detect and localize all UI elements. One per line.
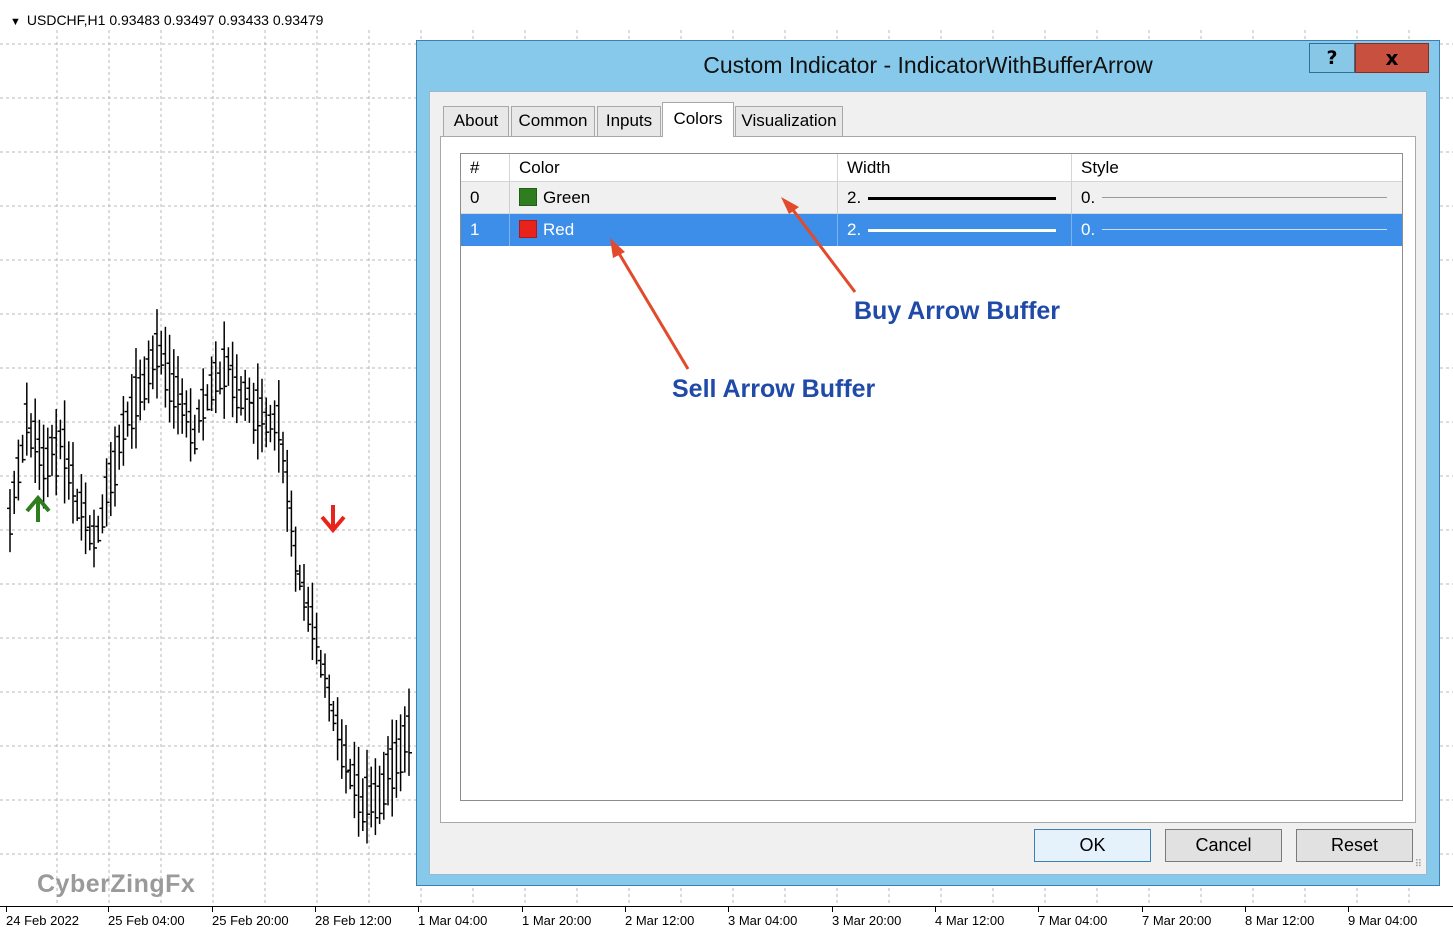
time-label: 24 Feb 2022 (6, 907, 80, 927)
width-line-sample (868, 229, 1056, 232)
color-name: Red (543, 220, 575, 239)
style-value: 0. (1081, 220, 1096, 239)
time-label: 28 Feb 12:00 (315, 907, 392, 927)
close-button[interactable]: x (1355, 43, 1429, 73)
color-cell[interactable]: Green (510, 182, 838, 214)
chart-symbol-header: ▼ USDCHF,H1 0.93483 0.93497 0.93433 0.934… (10, 12, 323, 28)
width-value: 2. (847, 188, 862, 207)
color-name: Green (543, 188, 591, 207)
color-cell[interactable]: Red (510, 214, 838, 246)
tab-about[interactable]: About (443, 106, 509, 136)
table-row-selected[interactable]: 1 Red 2. 0. (461, 214, 1402, 246)
time-label: 3 Mar 04:00 (728, 907, 798, 927)
time-label: 4 Mar 12:00 (935, 907, 1005, 927)
time-label: 7 Mar 04:00 (1038, 907, 1108, 927)
watermark: CyberZingFx (37, 870, 196, 898)
table-row[interactable]: 0 Green 2. 0. (461, 182, 1402, 214)
style-value: 0. (1081, 188, 1096, 207)
reset-button[interactable]: Reset (1296, 829, 1413, 862)
dialog-title: Custom Indicator - IndicatorWithBufferAr… (703, 52, 1153, 78)
buy-arrow-buffer-annotation: Buy Arrow Buffer (854, 297, 1061, 325)
color-swatch (519, 188, 537, 207)
style-line-sample (1102, 197, 1387, 198)
color-swatch (519, 220, 537, 239)
tab-inputs[interactable]: Inputs (597, 106, 661, 136)
width-value: 2. (847, 220, 862, 239)
colors-tab-panel: # Color Width Style 0 Green 2. 0. 1 Red … (440, 136, 1416, 823)
style-line-sample (1102, 229, 1387, 230)
header-width[interactable]: Width (838, 154, 1072, 182)
tab-colors[interactable]: Colors (662, 102, 734, 137)
buffer-colors-grid: # Color Width Style 0 Green 2. 0. 1 Red … (460, 153, 1403, 801)
header-style[interactable]: Style (1072, 154, 1402, 182)
row-index: 0 (461, 182, 510, 214)
grid-header: # Color Width Style (461, 154, 1402, 182)
width-line-sample (868, 197, 1056, 200)
resize-grip-icon[interactable]: ⠿ (1415, 859, 1422, 870)
time-label: 7 Mar 20:00 (1142, 907, 1212, 927)
time-label: 25 Feb 20:00 (212, 907, 289, 927)
time-label: 1 Mar 20:00 (522, 907, 592, 927)
dialog-body: About Common Inputs Colors Visualization… (429, 91, 1427, 875)
time-label: 25 Feb 04:00 (108, 907, 185, 927)
time-axis: 24 Feb 2022 25 Feb 04:00 25 Feb 20:00 28… (0, 906, 1453, 927)
help-button[interactable]: ? (1309, 43, 1355, 73)
sell-arrow-buffer-annotation: Sell Arrow Buffer (672, 375, 876, 403)
time-label: 2 Mar 12:00 (625, 907, 695, 927)
symbol-quote: USDCHF,H1 0.93483 0.93497 0.93433 0.9347… (26, 12, 324, 28)
time-label: 1 Mar 04:00 (418, 907, 488, 927)
width-cell[interactable]: 2. (838, 182, 1072, 214)
tab-visualization[interactable]: Visualization (735, 106, 843, 136)
row-index: 1 (461, 214, 510, 246)
cancel-button[interactable]: Cancel (1165, 829, 1282, 862)
dropdown-triangle-icon[interactable]: ▼ (10, 16, 21, 28)
width-cell[interactable]: 2. (838, 214, 1072, 246)
ok-button[interactable]: OK (1034, 829, 1151, 862)
time-label: 9 Mar 04:00 (1348, 907, 1418, 927)
time-label: 8 Mar 12:00 (1245, 907, 1315, 927)
style-cell[interactable]: 0. (1072, 214, 1402, 246)
time-label: 3 Mar 20:00 (832, 907, 902, 927)
custom-indicator-dialog: Custom Indicator - IndicatorWithBufferAr… (416, 40, 1440, 886)
header-index[interactable]: # (461, 154, 510, 182)
style-cell[interactable]: 0. (1072, 182, 1402, 214)
tab-common[interactable]: Common (511, 106, 595, 136)
header-color[interactable]: Color (510, 154, 838, 182)
